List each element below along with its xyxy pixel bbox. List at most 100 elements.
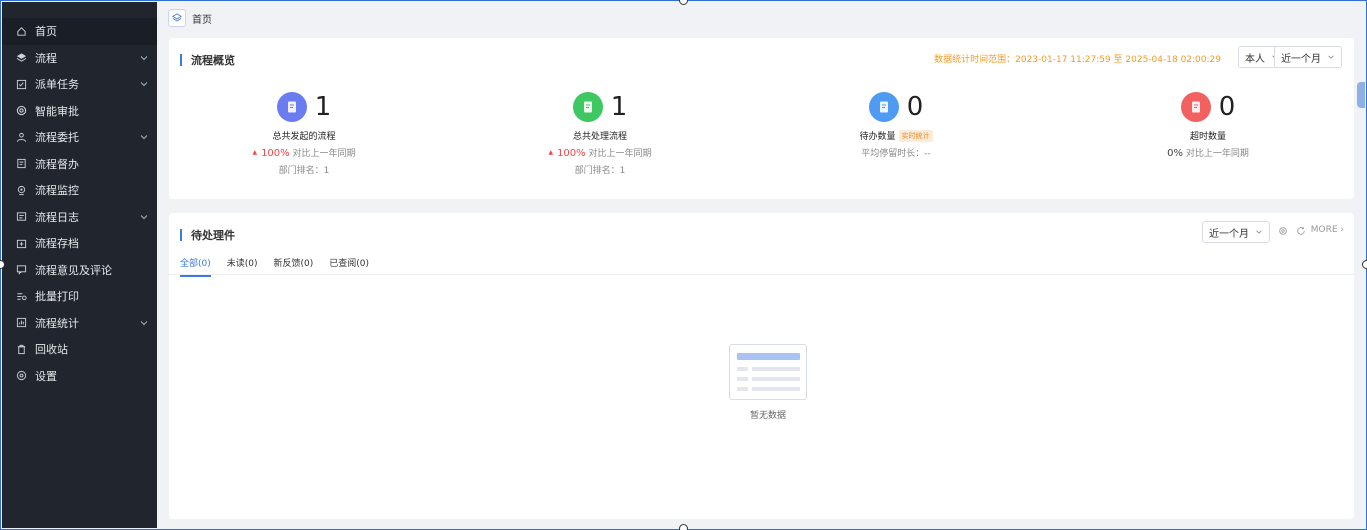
- sidebar-item-label: 流程日志: [35, 210, 79, 224]
- empty-illustration-icon: [729, 344, 807, 400]
- alert-document-icon: [1180, 92, 1211, 122]
- main-content: 首页 流程概览 数据统计时间范围：2023-01-17 11:27:59 至 2…: [157, 2, 1365, 528]
- stat-0[interactable]: 1 总共发起的流程 ▲ 100% 对比上一年同期 部门排名：1: [194, 91, 414, 176]
- stat-compare-text: 对比上一年同期: [1185, 149, 1249, 159]
- stat-value: 1: [610, 92, 628, 122]
- pending-title: 待处理件: [180, 227, 235, 243]
- pending-period-select[interactable]: 近一个月: [1202, 221, 1270, 243]
- stats-range-text: 数据统计时间范围：2023-01-17 11:27:59 至 2025-04-1…: [934, 55, 1221, 65]
- stat-label-text: 超时数量: [1189, 132, 1226, 142]
- chevron-down-icon[interactable]: [139, 318, 149, 328]
- sidebar-item-0[interactable]: 首页: [2, 18, 157, 45]
- stat-percent: 0%: [1167, 148, 1183, 159]
- sidebar-item-label: 流程督办: [35, 157, 79, 171]
- task-icon: [15, 78, 27, 90]
- stat-label-text: 待办数量: [859, 132, 896, 142]
- chevron-down-icon: [1328, 55, 1334, 59]
- chevron-down-icon[interactable]: [139, 53, 149, 63]
- stat-compare: ▲ 100% 对比上一年同期: [194, 146, 414, 159]
- sidebar-item-9[interactable]: 流程意见及评论: [2, 257, 157, 284]
- monitor-icon: [15, 184, 27, 196]
- chevron-down-icon: [1256, 230, 1262, 234]
- trend-up-icon: ▲: [252, 149, 258, 156]
- sidebar-item-11[interactable]: 流程统计: [2, 310, 157, 337]
- stat-compare: 0% 对比上一年同期: [1098, 146, 1318, 159]
- layers-icon: [15, 52, 27, 64]
- delegate-icon: [15, 131, 27, 143]
- chevron-down-icon[interactable]: [139, 132, 149, 142]
- breadcrumb: 首页: [157, 2, 1365, 34]
- stat-compare-text: 对比上一年同期: [292, 149, 356, 159]
- realtime-badge: 实时统计: [898, 130, 933, 142]
- stat-label: 总共处理流程: [490, 129, 710, 142]
- sidebar-item-label: 回收站: [35, 343, 68, 357]
- comment-icon: [15, 264, 27, 276]
- side-expand-handle[interactable]: [1357, 82, 1365, 108]
- settings-icon[interactable]: [1278, 226, 1288, 236]
- scope-select-value: 本人: [1245, 53, 1265, 65]
- add-document-icon: [276, 92, 307, 122]
- log-icon: [15, 211, 27, 223]
- tabs-divider: [169, 274, 1354, 275]
- pending-period-value: 近一个月: [1209, 228, 1249, 240]
- sidebar-item-8[interactable]: 流程存档: [2, 230, 157, 257]
- period-select[interactable]: 近一个月: [1274, 46, 1342, 68]
- sidebar-item-4[interactable]: 流程委托: [2, 124, 157, 151]
- settings-icon: [15, 370, 27, 382]
- more-label: MORE: [1310, 225, 1338, 235]
- stat-extra: 部门排名：1: [574, 166, 626, 176]
- stat-compare: ▲ 100% 对比上一年同期: [490, 146, 710, 159]
- breadcrumb-current[interactable]: 首页: [192, 11, 212, 26]
- stat-value: 1: [314, 92, 332, 122]
- trend-up-icon: ▲: [548, 149, 554, 156]
- stat-1[interactable]: 1 总共处理流程 ▲ 100% 对比上一年同期 部门排名：1: [490, 91, 710, 176]
- stat-percent: 100%: [261, 148, 290, 159]
- resize-handle-bottom[interactable]: [679, 524, 688, 530]
- stat-extra: 平均停留时长：--: [861, 149, 931, 159]
- sidebar-item-label: 流程意见及评论: [35, 263, 112, 277]
- resize-handle-right[interactable]: [1362, 260, 1367, 269]
- archive-icon: [15, 237, 27, 249]
- stat-label-text: 总共处理流程: [572, 132, 627, 142]
- stat-extra: 部门排名：1: [278, 166, 330, 176]
- chevron-down-icon[interactable]: [139, 212, 149, 222]
- stat-3[interactable]: 0 超时数量 0% 对比上一年同期: [1098, 91, 1318, 159]
- sidebar: 首页流程 派单任务智能审批流程委托流程督办流程监控流程日志流程存档流程意见及评论批…: [2, 2, 157, 528]
- chevron-down-icon[interactable]: [139, 79, 149, 89]
- sidebar-item-label: 流程存档: [35, 237, 79, 251]
- sidebar-item-3[interactable]: 智能审批: [2, 98, 157, 125]
- sidebar-item-7[interactable]: 流程日志: [2, 204, 157, 231]
- more-link[interactable]: MORE ›: [1311, 225, 1344, 235]
- sidebar-item-5[interactable]: 流程督办: [2, 151, 157, 178]
- trash-icon: [15, 343, 27, 355]
- overview-title: 流程概览: [180, 52, 235, 68]
- stat-value: 0: [906, 92, 924, 122]
- sidebar-item-6[interactable]: 流程监控: [2, 177, 157, 204]
- empty-text: 暂无数据: [749, 411, 786, 421]
- layers-icon[interactable]: [168, 9, 186, 27]
- pending-card: 待处理件 近一个月 MORE › 全部(0) 未读(0) 新反馈(0) 已查阅(0) …: [169, 213, 1354, 519]
- sidebar-item-10[interactable]: 批量打印: [2, 283, 157, 310]
- sidebar-item-label: 流程委托: [35, 131, 79, 145]
- stat-label: 超时数量: [1098, 129, 1318, 142]
- sidebar-item-13[interactable]: 设置: [2, 363, 157, 390]
- at-icon: [15, 105, 27, 117]
- sidebar-item-12[interactable]: 回收站: [2, 336, 157, 363]
- stat-percent: 100%: [557, 148, 586, 159]
- stat-compare-text: 对比上一年同期: [588, 149, 652, 159]
- home-icon: [15, 25, 27, 37]
- sidebar-item-label: 智能审批: [35, 104, 79, 118]
- period-select-value: 近一个月: [1281, 53, 1321, 65]
- supervise-icon: [15, 158, 27, 170]
- stat-value: 0: [1218, 92, 1236, 122]
- sidebar-item-label: 设置: [35, 369, 57, 383]
- refresh-icon[interactable]: [1296, 226, 1306, 236]
- sidebar-item-label: 首页: [35, 25, 57, 39]
- sidebar-item-label: 流程监控: [35, 184, 79, 198]
- sidebar-item-2[interactable]: 派单任务: [2, 71, 157, 98]
- sidebar-item-1[interactable]: 流程: [2, 45, 157, 72]
- stats-icon: [15, 317, 27, 329]
- check-document-icon: [572, 92, 603, 122]
- clock-document-icon: [868, 92, 899, 122]
- stat-2[interactable]: 0 待办数量 实时统计平均停留时长：--: [786, 91, 1006, 159]
